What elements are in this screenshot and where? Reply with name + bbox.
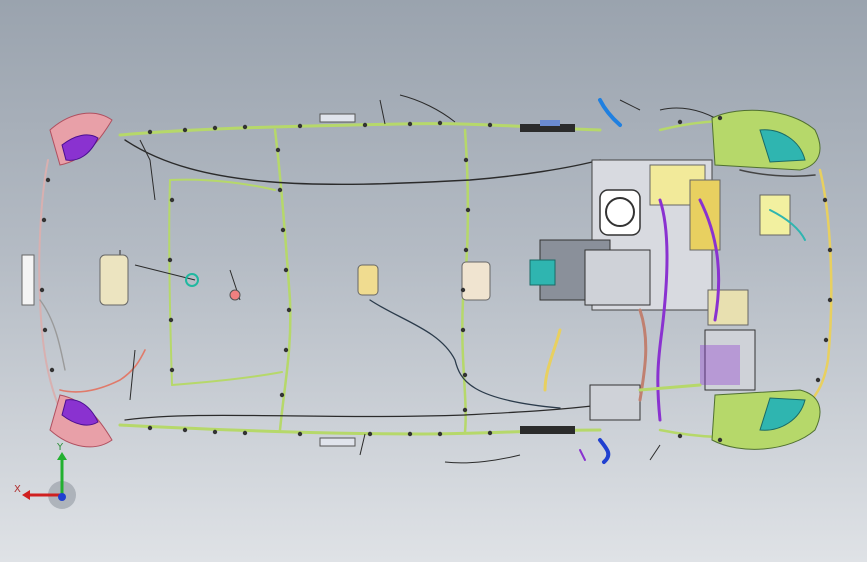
connector-teal [185, 273, 199, 287]
connector-dot [677, 119, 683, 125]
rear-lamp-top [49, 112, 113, 166]
connector-dot [827, 247, 833, 253]
connector-dot [717, 437, 723, 443]
connector-dot [460, 287, 466, 293]
connector-dot [717, 115, 723, 121]
connector-dot [362, 122, 368, 128]
connector-dot [168, 317, 174, 323]
harness-inner-left [168, 179, 173, 386]
connector-dot [437, 120, 443, 126]
harness-loop-rear [39, 299, 66, 371]
module-right [461, 261, 491, 301]
coordinate-triad: X Y [14, 442, 76, 509]
connector-dot [463, 247, 469, 253]
wire-harness-model[interactable] [0, 0, 867, 562]
connector-dot [437, 431, 443, 437]
connector-dot [827, 297, 833, 303]
z-axis-dot [58, 493, 66, 501]
harness-rear-left [38, 159, 61, 411]
harness-pink-rear [59, 349, 146, 393]
harness-dark-bottom [124, 404, 601, 421]
y-axis-label: Y [56, 442, 64, 453]
connector-dot [279, 392, 285, 398]
graphics-viewport[interactable]: X Y [0, 0, 867, 562]
y-arrow-head [57, 452, 67, 460]
connector-center [229, 289, 241, 301]
connector-dot [242, 430, 248, 436]
connector-dot [167, 257, 173, 263]
connector-dot [462, 372, 468, 378]
connector-dot [147, 425, 153, 431]
headlamp-top [711, 109, 821, 171]
connector-dot [39, 287, 45, 293]
headlamp-bottom [711, 389, 821, 450]
connector-dot [242, 124, 248, 130]
connector-dot [367, 431, 373, 437]
harness-dark-top [124, 139, 601, 186]
connector-dot [212, 429, 218, 435]
connector-dot [297, 123, 303, 129]
connector-dot [823, 337, 829, 343]
connector-dot [407, 121, 413, 127]
module-center [357, 264, 379, 296]
connector-dot [275, 147, 281, 153]
connector-dot [465, 207, 471, 213]
connector-dot [487, 430, 493, 436]
module-left [99, 254, 129, 306]
connector-dot [286, 307, 292, 313]
connector-dot [283, 347, 289, 353]
connector-dot [147, 129, 153, 135]
connector-dot [462, 407, 468, 413]
connector-dot [277, 187, 283, 193]
harness-right-side [798, 168, 833, 412]
connector-dot [41, 217, 47, 223]
harness-left-cross [273, 128, 292, 432]
x-axis-label: X [14, 484, 21, 495]
connector-dot [677, 433, 683, 439]
connector-dot [297, 431, 303, 437]
module-rear [21, 254, 35, 306]
connector-dot [407, 431, 413, 437]
connector-dot [460, 327, 466, 333]
connector-dot [283, 267, 289, 273]
connector-dot [212, 125, 218, 131]
harness-inner-bottom [171, 371, 283, 386]
connector-dot [42, 327, 48, 333]
connector-dot [182, 427, 188, 433]
connector-dot [169, 367, 175, 373]
connector-dots [39, 115, 833, 443]
connector-dot [182, 127, 188, 133]
connector-dot [822, 197, 828, 203]
connector-dot [487, 122, 493, 128]
connector-dot [280, 227, 286, 233]
interior-modules [21, 254, 491, 306]
connector-dot [169, 197, 175, 203]
x-arrow-head [22, 490, 30, 500]
connector-dot [49, 367, 55, 373]
connector-dot [45, 177, 51, 183]
connector-dot [815, 377, 821, 383]
connector-dot [463, 157, 469, 163]
